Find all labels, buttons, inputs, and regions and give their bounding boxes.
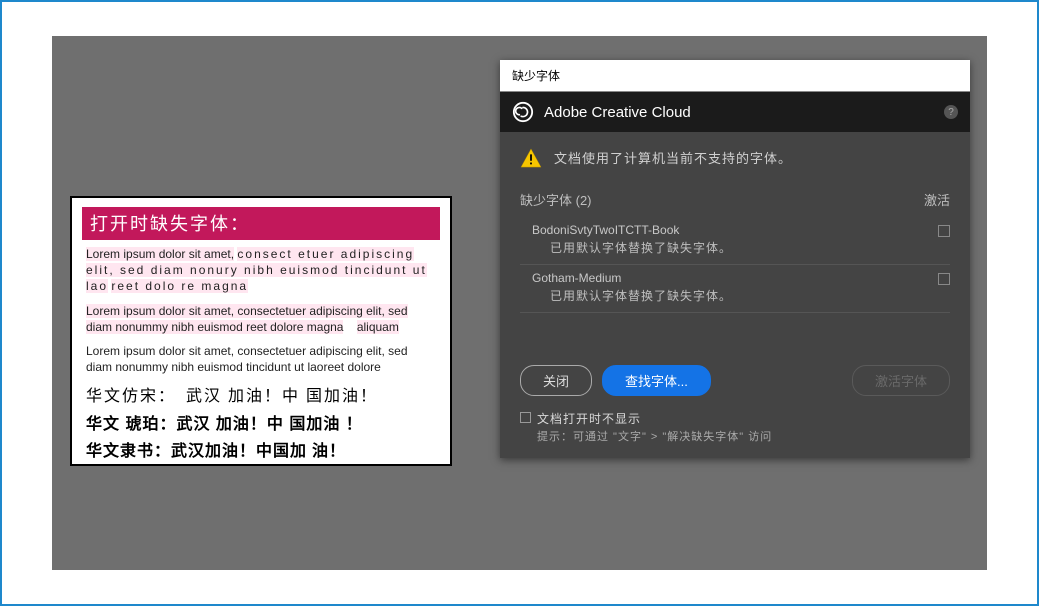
warning-icon [520, 148, 542, 168]
warning-row: 文档使用了计算机当前不支持的字体。 [520, 148, 950, 168]
dont-show-checkbox[interactable] [520, 412, 531, 423]
find-fonts-button[interactable]: 查找字体... [602, 365, 711, 396]
document-preview: 打开时缺失字体： Lorem ipsum dolor sit amet, con… [70, 196, 452, 466]
doc-paragraph-3: Lorem ipsum dolor sit amet, consectetuer… [86, 343, 436, 375]
cn-line-fangsong: 华文仿宋： 武汉 加油！中 国加油！ [86, 383, 436, 410]
dialog-titlebar[interactable]: 缺少字体 [500, 60, 970, 92]
font-list-header: 缺少字体 (2) 激活 [520, 190, 950, 209]
cn-line-lishu: 华文隶书：武汉加油！中国加 油！ [86, 438, 436, 465]
doc-paragraph-1: Lorem ipsum dolor sit amet, consect etue… [86, 246, 436, 295]
font-name: BodoniSvtyTwoITCTT-Book [532, 223, 938, 237]
doc-chinese-samples: 华文仿宋： 武汉 加油！中 国加油！ 华文 琥珀：武汉 加油！中 国加油 ！ 华… [86, 383, 436, 465]
missing-fonts-dialog: 缺少字体 Adobe Creative Cloud ? 文档使用了计算机当前不支… [500, 60, 970, 458]
list-header-label: 缺少字体 (2) [520, 190, 592, 209]
doc-paragraph-2: Lorem ipsum dolor sit amet, consectetuer… [86, 303, 436, 335]
dont-show-label: 文档打开时不显示 [537, 410, 641, 428]
document-header: 打开时缺失字体： [82, 207, 440, 240]
activate-checkbox[interactable] [938, 273, 950, 285]
app-canvas: 打开时缺失字体： Lorem ipsum dolor sit amet, con… [52, 36, 987, 570]
font-substitution-note: 已用默认字体替换了缺失字体。 [550, 287, 938, 304]
hint-text: 提示：可通过 "文字" > "解决缺失字体" 访问 [537, 428, 950, 444]
font-item: Gotham-Medium 已用默认字体替换了缺失字体。 [520, 265, 950, 313]
activate-fonts-button: 激活字体 [852, 365, 950, 396]
cn-line-hupo: 华文 琥珀：武汉 加油！中 国加油 ！ [86, 411, 436, 438]
creative-cloud-title: Adobe Creative Cloud [544, 104, 691, 121]
button-row: 关闭 查找字体... 激活字体 [520, 365, 950, 396]
activate-header-label: 激活 [924, 190, 950, 209]
warning-text: 文档使用了计算机当前不支持的字体。 [554, 148, 792, 167]
dont-show-option: 文档打开时不显示 [520, 410, 950, 428]
font-substitution-note: 已用默认字体替换了缺失字体。 [550, 239, 938, 256]
font-item: BodoniSvtyTwoITCTT-Book 已用默认字体替换了缺失字体。 [520, 217, 950, 265]
dialog-body: 文档使用了计算机当前不支持的字体。 缺少字体 (2) 激活 BodoniSvty… [500, 132, 970, 458]
help-button[interactable]: ? [944, 105, 958, 119]
font-name: Gotham-Medium [532, 271, 938, 285]
activate-checkbox[interactable] [938, 225, 950, 237]
document-body: Lorem ipsum dolor sit amet, consect etue… [82, 240, 440, 465]
creative-cloud-icon [512, 101, 534, 123]
close-button[interactable]: 关闭 [520, 365, 592, 396]
creative-cloud-band: Adobe Creative Cloud ? [500, 92, 970, 132]
